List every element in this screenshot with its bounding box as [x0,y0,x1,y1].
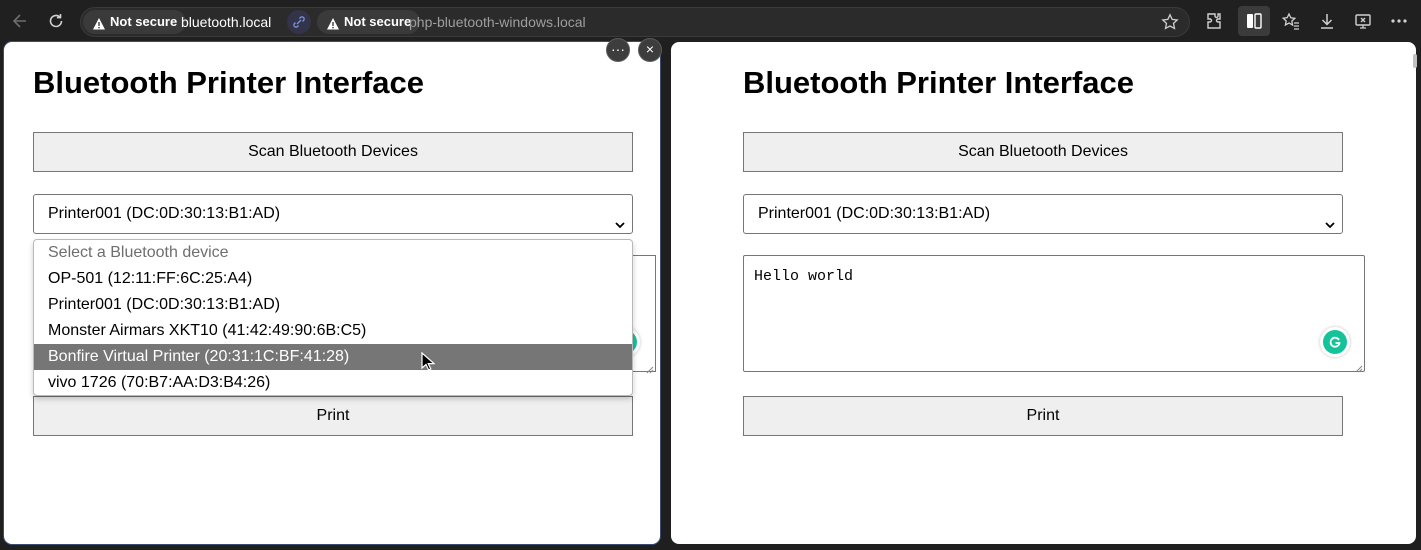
message-textarea[interactable]: Hello world [743,255,1365,373]
device-select-value: Printer001 (DC:0D:30:13:B1:AD) [48,205,281,222]
favorites-icon[interactable] [1281,11,1301,31]
back-icon[interactable] [10,11,30,31]
print-button[interactable]: Print [743,396,1343,436]
scan-button[interactable]: Scan Bluetooth Devices [743,132,1343,172]
warning-icon [92,15,106,30]
split-screen-button[interactable] [1238,6,1270,36]
dropdown-option[interactable]: Monster Airmars XKT10 (41:42:49:90:6B:C5… [34,318,632,344]
scan-button[interactable]: Scan Bluetooth Devices [33,132,633,172]
left-pane: Bluetooth Printer Interface Scan Bluetoo… [4,42,660,544]
device-select-value: Printer001 (DC:0D:30:13:B1:AD) [758,205,991,222]
device-select[interactable]: Printer001 (DC:0D:30:13:B1:AD) [743,194,1343,234]
device-dropdown-list: Select a Bluetooth device OP-501 (12:11:… [33,239,633,396]
address-bar[interactable]: Not secure bluetooth.local Not secure ph… [80,7,1190,37]
resize-grip-icon[interactable] [645,361,654,374]
mouse-cursor-icon [421,351,436,372]
device-select[interactable]: Printer001 (DC:0D:30:13:B1:AD) [33,194,633,234]
pane-close-button[interactable]: × [638,38,662,62]
split-link-icon[interactable] [287,10,311,34]
security-label: Not secure [344,14,412,29]
downloads-icon[interactable] [1317,11,1337,31]
dropdown-option[interactable]: vivo 1726 (70:B7:AA:D3:B4:26) [34,370,632,395]
refresh-icon[interactable] [46,11,66,31]
grammarly-icon[interactable] [1320,327,1350,357]
dropdown-option[interactable]: Printer001 (DC:0D:30:13:B1:AD) [34,292,632,318]
dropdown-option-highlighted[interactable]: Bonfire Virtual Printer (20:31:1C:BF:41:… [34,344,632,370]
print-button[interactable]: Print [33,396,633,436]
resize-grip-icon[interactable] [1354,361,1363,373]
warning-icon [326,15,340,30]
security-chip[interactable]: Not secure [83,10,187,34]
chevron-down-icon [1324,208,1336,229]
pane-more-button[interactable]: ··· [606,38,630,62]
screenshot-icon[interactable] [1353,11,1373,31]
page-title: Bluetooth Printer Interface [33,65,424,100]
scrollbar-thumb[interactable] [1413,54,1417,68]
security-chip-right[interactable]: Not secure [317,10,421,34]
url-host-right[interactable]: php-bluetooth-windows.local [409,14,586,30]
chevron-down-icon [614,208,626,229]
star-icon[interactable] [1161,13,1179,31]
message-text: Hello world [754,268,854,285]
split-screen-icon [1244,11,1264,31]
extensions-icon[interactable] [1204,11,1224,31]
right-pane: Bluetooth Printer Interface Scan Bluetoo… [671,42,1416,544]
url-host-left[interactable]: bluetooth.local [181,14,271,30]
more-icon[interactable] [1389,11,1409,31]
security-label: Not secure [110,14,178,29]
dropdown-option[interactable]: Select a Bluetooth device [34,240,632,266]
browser-toolbar: Not secure bluetooth.local Not secure ph… [0,0,1421,42]
dropdown-option[interactable]: OP-501 (12:11:FF:6C:25:A4) [34,266,632,292]
page-title: Bluetooth Printer Interface [743,65,1134,100]
